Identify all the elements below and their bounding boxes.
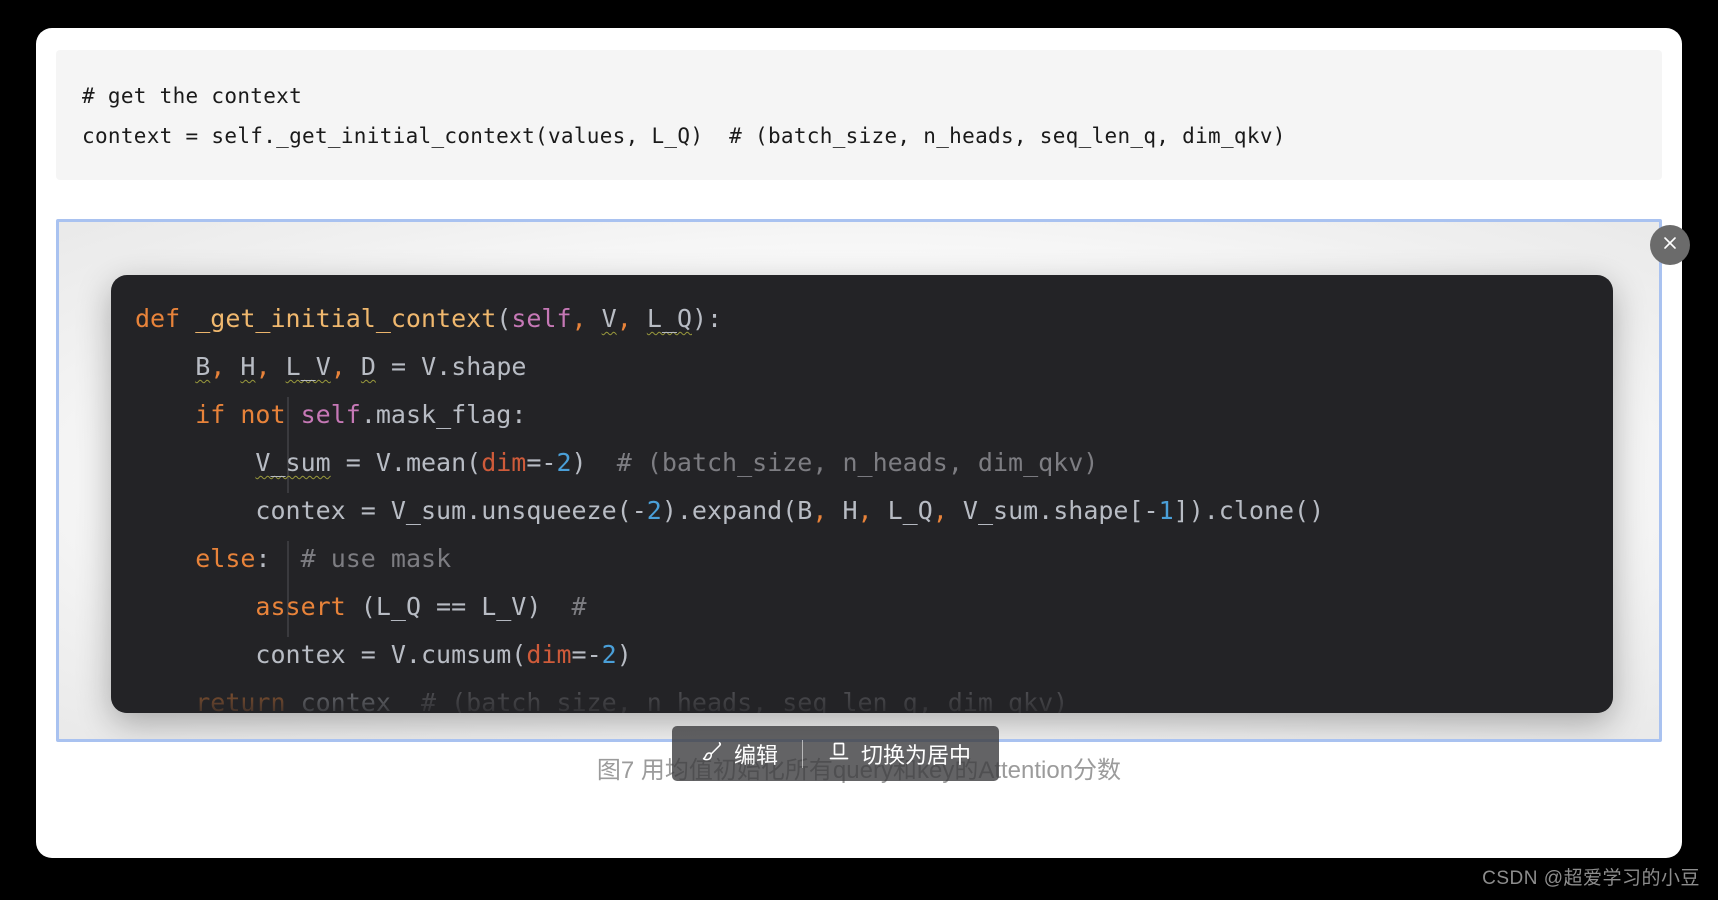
code-line: V_sum = V.mean(dim=-2) # (batch_size, n_… <box>111 439 1613 487</box>
brush-icon <box>700 739 724 769</box>
code-token: ) <box>571 448 587 477</box>
code-token: : <box>255 544 271 573</box>
code-token: , <box>812 496 828 525</box>
toolbar-divider <box>802 739 804 768</box>
code-token: assert <box>255 592 346 621</box>
code-token: _get_initial_context <box>195 304 497 333</box>
code-token: H <box>827 496 858 525</box>
code-token: 2 <box>556 448 572 477</box>
code-token: .mask_flag: <box>360 400 527 429</box>
code-token: 2 <box>646 496 662 525</box>
code-token: D <box>360 352 376 381</box>
code-token: =- <box>526 448 557 477</box>
code-token: H <box>240 352 256 381</box>
code-token: ]).clone() <box>1173 496 1325 525</box>
toolbar-edit-label: 编辑 <box>734 742 779 768</box>
code-token: V <box>601 304 617 333</box>
close-image-button[interactable] <box>1650 225 1690 265</box>
top-code-block[interactable]: # get the context context = self._get_in… <box>56 50 1662 180</box>
code-line: assert (L_Q == L_V) # <box>111 583 1613 631</box>
top-code-line-1: # get the context <box>82 84 303 108</box>
code-token: , <box>210 352 226 381</box>
code-token: self <box>300 400 361 429</box>
code-token: self <box>511 304 572 333</box>
code-token: 2 <box>601 640 617 669</box>
watermark: CSDN @超爱学习的小豆 <box>1482 868 1700 889</box>
code-token: # (batch_size, n_heads, seq_len_q, dim_q… <box>390 688 1069 713</box>
code-token: , <box>932 496 948 525</box>
code-token: ).expand(B <box>661 496 813 525</box>
code-token: = V.shape <box>375 352 527 381</box>
code-token: else <box>195 544 256 573</box>
code-token: L_Q <box>646 304 692 333</box>
code-token: def <box>135 304 181 333</box>
code-token: , <box>571 304 587 333</box>
toolbar-align-center-button[interactable]: 切换为居中 <box>821 738 977 770</box>
top-code-line-2: context = self._get_initial_context(valu… <box>82 124 1286 148</box>
image-canvas: def _get_initial_context(self, V, L_Q): … <box>59 222 1659 739</box>
dark-code-body: def _get_initial_context(self, V, L_Q): … <box>111 295 1613 713</box>
dark-code-card: def _get_initial_context(self, V, L_Q): … <box>111 275 1613 713</box>
code-line: else: # use mask <box>111 535 1613 583</box>
code-token: contex = V_sum.unsqueeze(- <box>255 496 647 525</box>
code-token: contex <box>285 688 391 713</box>
image-floating-toolbar[interactable]: 编辑 切换为居中 <box>672 726 1000 781</box>
code-token: , <box>616 304 632 333</box>
code-token: L_V <box>285 352 331 381</box>
code-line: if not self.mask_flag: <box>111 391 1613 439</box>
code-line: def _get_initial_context(self, V, L_Q): <box>111 295 1613 343</box>
code-token: V_sum <box>255 448 331 477</box>
code-token: , <box>857 496 873 525</box>
code-token: ) <box>616 640 632 669</box>
code-token: dim <box>526 640 572 669</box>
code-token: , <box>330 352 346 381</box>
code-token: contex = V.cumsum( <box>255 640 527 669</box>
code-token: 1 <box>1158 496 1174 525</box>
code-line: return contex # (batch_size, n_heads, se… <box>111 679 1613 713</box>
selected-image-frame[interactable]: def _get_initial_context(self, V, L_Q): … <box>56 219 1662 742</box>
align-center-icon <box>827 739 851 769</box>
toolbar-edit-button[interactable]: 编辑 <box>694 738 784 770</box>
code-line: contex = V.cumsum(dim=-2) <box>111 631 1613 679</box>
code-token: =- <box>571 640 602 669</box>
document-sheet: # get the context context = self._get_in… <box>36 28 1690 858</box>
code-token: B <box>195 352 211 381</box>
code-token: # use mask <box>270 544 452 573</box>
code-token: , <box>255 352 271 381</box>
close-icon <box>1660 233 1680 258</box>
code-token: if not <box>195 400 286 429</box>
code-line: B, H, L_V, D = V.shape <box>111 343 1613 391</box>
code-token: = V.mean( <box>330 448 482 477</box>
code-token: L_Q <box>872 496 933 525</box>
code-token: V_sum.shape[- <box>947 496 1159 525</box>
code-token: dim <box>481 448 527 477</box>
code-token: # (batch_size, n_heads, dim_qkv) <box>586 448 1099 477</box>
code-token: return <box>195 688 286 713</box>
code-token: ( <box>496 304 512 333</box>
code-token: ): <box>692 304 723 333</box>
code-line: contex = V_sum.unsqueeze(-2).expand(B, H… <box>111 487 1613 535</box>
code-token: # <box>541 592 587 621</box>
toolbar-align-label: 切换为居中 <box>861 742 972 768</box>
code-token: (L_Q == L_V) <box>345 592 542 621</box>
